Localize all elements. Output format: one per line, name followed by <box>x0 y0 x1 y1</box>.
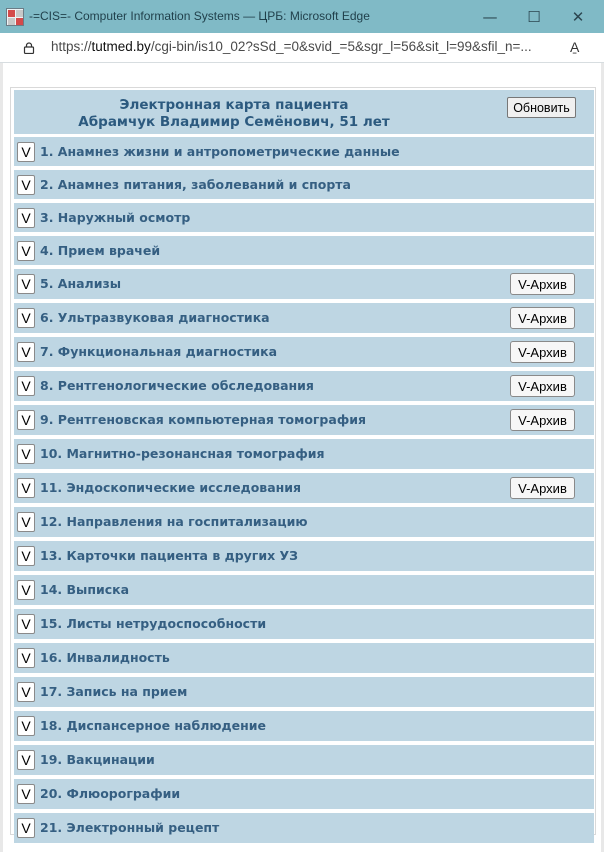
expand-section-button[interactable]: V <box>17 274 35 294</box>
section-row: V 11. Эндоскопические исследования V-Архив <box>14 473 594 503</box>
expand-section-button[interactable]: V <box>17 175 35 195</box>
patient-card: Электронная карта пациента Абрамчук Влад… <box>10 87 596 843</box>
section-label: 12. Направления на госпитализацию <box>40 514 308 529</box>
section-label: 19. Вакцинации <box>40 752 155 767</box>
expand-section-button[interactable]: V <box>17 750 35 770</box>
section-row: V 16. Инвалидность <box>14 643 594 673</box>
patient-name: Абрамчук Владимир Семёнович, 51 лет <box>78 114 390 130</box>
expand-section-button[interactable]: V <box>17 208 35 228</box>
section-row: V 20. Флюорографии <box>14 779 594 809</box>
section-label: 3. Наружный осмотр <box>40 210 191 225</box>
url-host: tutmed.by <box>91 39 151 54</box>
section-label: 9. Рентгеновская компьютерная томография <box>40 412 367 427</box>
expand-section-button[interactable]: V <box>17 716 35 736</box>
minimize-button[interactable]: — <box>468 4 512 30</box>
section-row: V 3. Наружный осмотр <box>14 203 594 232</box>
section-label: 18. Диспансерное наблюдение <box>40 718 266 733</box>
section-row: V 10. Магнитно-резонансная томография <box>14 439 594 469</box>
expand-section-button[interactable]: V <box>17 512 35 532</box>
archive-button[interactable]: V-Архив <box>510 477 575 499</box>
section-row: V 2. Анамнез питания, заболеваний и спорт… <box>14 170 594 199</box>
section-label: 5. Анализы <box>40 276 122 291</box>
section-row: V 12. Направления на госпитализацию <box>14 507 594 537</box>
expand-section-button[interactable]: V <box>17 241 35 261</box>
archive-button[interactable]: V-Архив <box>510 409 575 431</box>
url-path: /cgi-bin/is10_02?sSd_=0&svid_=5&sgr_l=56… <box>150 39 532 54</box>
maximize-button[interactable]: ☐ <box>512 4 556 30</box>
section-label: 11. Эндоскопические исследования <box>40 480 302 495</box>
close-button[interactable]: ✕ <box>556 4 600 30</box>
section-label: 16. Инвалидность <box>40 650 170 665</box>
app-icon <box>6 8 24 26</box>
refresh-button[interactable]: Обновить <box>507 97 576 118</box>
close-icon: ✕ <box>571 8 585 26</box>
archive-button[interactable]: V-Архив <box>510 273 575 295</box>
section-row: V 17. Запись на прием <box>14 677 594 707</box>
window-titlebar: -=CIS=- Computer Information Systems — Ц… <box>0 0 604 33</box>
archive-button[interactable]: V-Архив <box>510 375 575 397</box>
section-row: V 18. Диспансерное наблюдение <box>14 711 594 741</box>
section-row: V 1. Анамнез жизни и антропометрические д… <box>14 137 594 166</box>
section-label: 14. Выписка <box>40 582 130 597</box>
expand-section-button[interactable]: V <box>17 478 35 498</box>
section-row: V 14. Выписка <box>14 575 594 605</box>
section-row: V 6. Ультразвуковая диагностика V-Архив <box>14 303 594 333</box>
lock-icon[interactable] <box>23 42 35 54</box>
section-label: 6. Ультразвуковая диагностика <box>40 310 270 325</box>
section-list: V 1. Анамнез жизни и антропометрические д… <box>14 137 594 847</box>
expand-section-button[interactable]: V <box>17 376 35 396</box>
section-row: V 7. Функциональная диагностика V-Архив <box>14 337 594 367</box>
section-label: 2. Анамнез питания, заболеваний и спорта <box>40 177 351 192</box>
section-row: V 5. Анализы V-Архив <box>14 269 594 299</box>
expand-section-button[interactable]: V <box>17 342 35 362</box>
expand-section-button[interactable]: V <box>17 308 35 328</box>
expand-section-button[interactable]: V <box>17 142 35 162</box>
page-content: Электронная карта пациента Абрамчук Влад… <box>0 63 604 852</box>
section-row: V 4. Прием врачей <box>14 236 594 265</box>
section-row: V 19. Вакцинации <box>14 745 594 775</box>
section-label: 20. Флюорографии <box>40 786 181 801</box>
section-row: V 8. Рентгенологические обследования V-Арх… <box>14 371 594 401</box>
section-label: 13. Карточки пациента в других УЗ <box>40 548 299 563</box>
window-title: -=CIS=- Computer Information Systems — Ц… <box>29 9 370 23</box>
section-label: 1. Анамнез жизни и антропометрические да… <box>40 144 400 159</box>
minimize-icon: — <box>482 8 498 26</box>
address-bar: https://tutmed.by/cgi-bin/is10_02?sSd_=0… <box>0 33 604 63</box>
background-page-edge <box>0 63 3 852</box>
section-label: 15. Листы нетрудоспособности <box>40 616 267 631</box>
section-label: 10. Магнитно-резонансная томография <box>40 446 325 461</box>
card-header: Электронная карта пациента Абрамчук Влад… <box>14 90 594 134</box>
expand-section-button[interactable]: V <box>17 444 35 464</box>
section-label: 8. Рентгенологические обследования <box>40 378 314 393</box>
section-label: 21. Электронный рецепт <box>40 820 220 835</box>
expand-section-button[interactable]: V <box>17 410 35 430</box>
url-prefix: https:// <box>51 39 92 54</box>
archive-button[interactable]: V-Архив <box>510 341 575 363</box>
expand-section-button[interactable]: V <box>17 818 35 838</box>
archive-button[interactable]: V-Архив <box>510 307 575 329</box>
expand-section-button[interactable]: V <box>17 784 35 804</box>
read-aloud-icon[interactable]: A̱ <box>570 39 579 55</box>
maximize-icon: ☐ <box>527 8 541 26</box>
section-row: V 13. Карточки пациента в других УЗ <box>14 541 594 571</box>
card-title: Электронная карта пациента <box>119 97 349 113</box>
section-row: V 15. Листы нетрудоспособности <box>14 609 594 639</box>
expand-section-button[interactable]: V <box>17 546 35 566</box>
expand-section-button[interactable]: V <box>17 580 35 600</box>
expand-section-button[interactable]: V <box>17 614 35 634</box>
section-label: 17. Запись на прием <box>40 684 188 699</box>
url-field[interactable]: https://tutmed.by/cgi-bin/is10_02?sSd_=0… <box>51 39 561 54</box>
section-label: 4. Прием врачей <box>40 243 161 258</box>
section-row: V 21. Электронный рецепт <box>14 813 594 843</box>
section-row: V 9. Рентгеновская компьютерная томографи… <box>14 405 594 435</box>
expand-section-button[interactable]: V <box>17 682 35 702</box>
section-label: 7. Функциональная диагностика <box>40 344 278 359</box>
expand-section-button[interactable]: V <box>17 648 35 668</box>
